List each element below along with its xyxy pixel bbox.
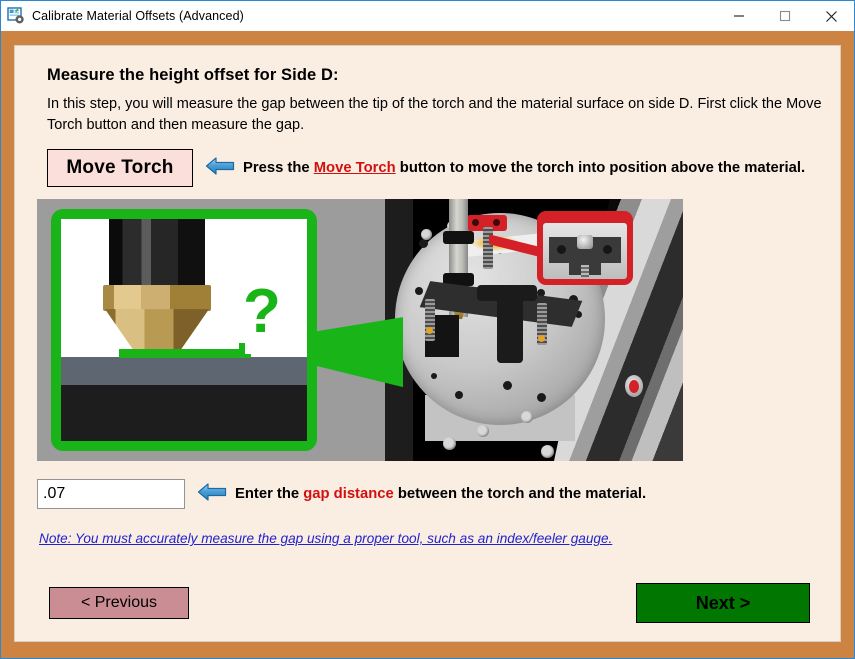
- machine-photo: [385, 199, 683, 462]
- close-button[interactable]: [808, 1, 854, 31]
- red-detail-callout: [489, 211, 633, 286]
- next-button[interactable]: Next >: [636, 583, 810, 623]
- footer-buttons: < Previous Next >: [33, 583, 822, 623]
- move-torch-emphasis: Move Torch: [313, 160, 396, 177]
- gap-distance-row: Enter the gap distance between the torch…: [37, 479, 822, 510]
- gap-instruction-suffix: between the torch and the material.: [393, 486, 647, 503]
- content-panel: Measure the height offset for Side D: In…: [14, 45, 841, 642]
- move-torch-instruction: Press the Move Torch button to move the …: [243, 160, 805, 176]
- window-frame: Measure the height offset for Side D: In…: [1, 31, 854, 658]
- window-title: Calibrate Material Offsets (Advanced): [32, 9, 244, 23]
- gap-question-marker: ?: [243, 277, 281, 347]
- minimize-button[interactable]: [716, 1, 762, 31]
- gap-distance-instruction: Enter the gap distance between the torch…: [235, 486, 646, 502]
- move-torch-button[interactable]: Move Torch: [47, 149, 193, 188]
- move-torch-row: Move Torch Press the Move Torch button t…: [47, 149, 822, 188]
- maximize-button[interactable]: [762, 1, 808, 31]
- gap-distance-input[interactable]: [37, 479, 185, 510]
- instruction-prefix: Press the: [243, 160, 314, 177]
- application-window: Calibrate Material Offsets (Advanced) Me…: [0, 0, 855, 659]
- title-bar: Calibrate Material Offsets (Advanced): [1, 1, 854, 31]
- illustration-stage: ?: [37, 199, 683, 462]
- arrow-left-icon: [205, 155, 235, 182]
- note-text: Note: You must accurately measure the ga…: [39, 531, 613, 547]
- page-title: Measure the height offset for Side D:: [47, 66, 339, 84]
- instruction-suffix: button to move the torch into position a…: [395, 160, 806, 177]
- window-controls: [716, 1, 854, 31]
- gap-instruction-prefix: Enter the: [235, 486, 304, 503]
- arrow-left-icon: [197, 481, 227, 508]
- step-description: In this step, you will measure the gap b…: [47, 96, 822, 133]
- previous-button[interactable]: < Previous: [49, 587, 189, 619]
- app-form-gear-icon: [7, 7, 25, 25]
- gap-distance-emphasis: gap distance: [303, 486, 394, 503]
- zoom-detail-box: ?: [51, 209, 317, 452]
